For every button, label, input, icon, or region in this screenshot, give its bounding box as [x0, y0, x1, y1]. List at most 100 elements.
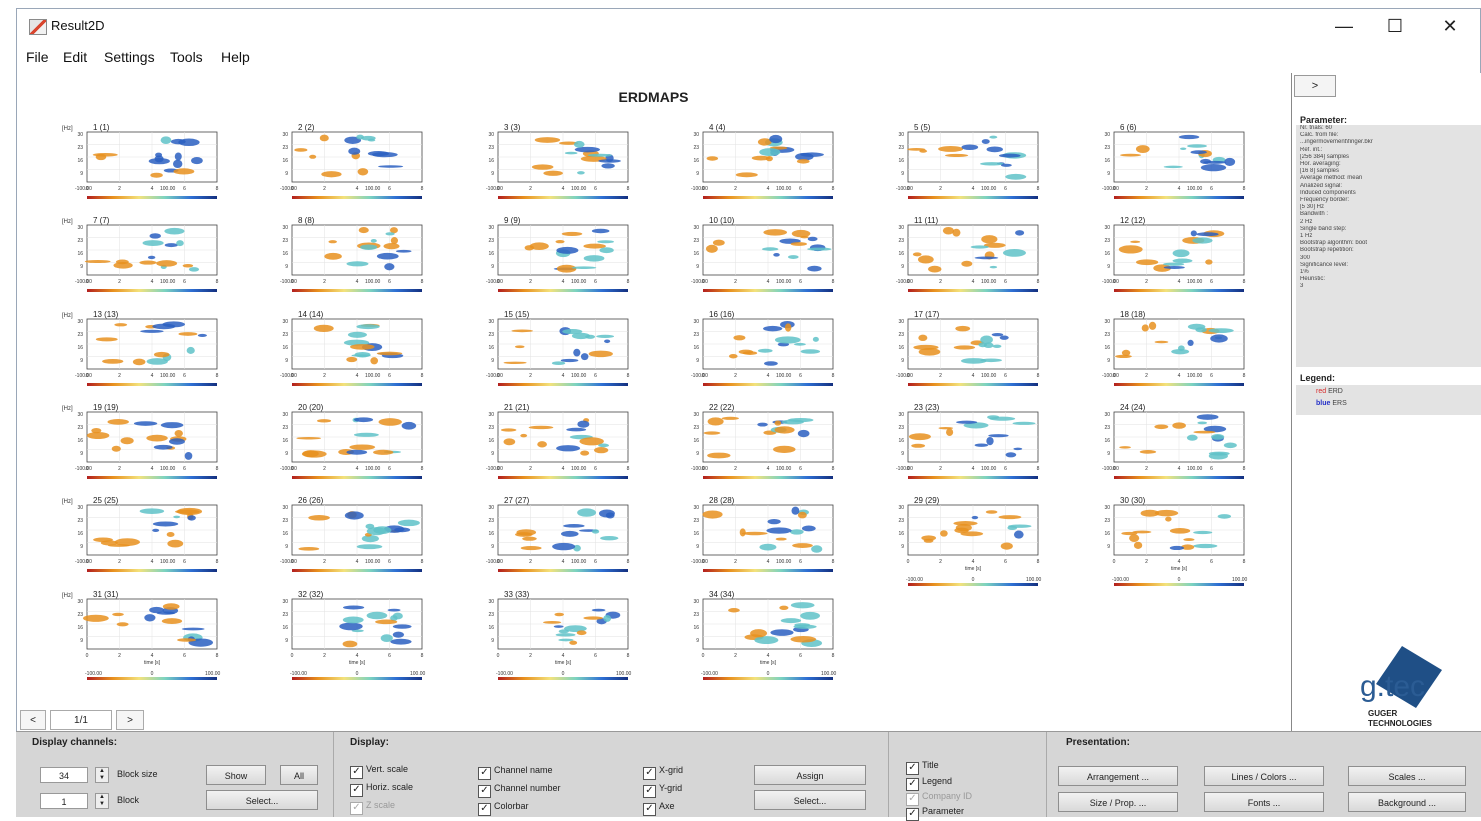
cbar-min-label: -100.00	[691, 559, 708, 565]
background-button[interactable]: Background ...	[1348, 792, 1466, 812]
vert-scale-checkbox[interactable]: ✓ Vert. scale	[350, 762, 408, 779]
legend-erd-label: ERD	[1328, 388, 1343, 395]
colorbar	[87, 569, 217, 572]
cbar-max-label: 100.00	[365, 279, 381, 285]
ers-blob	[348, 147, 361, 155]
x-tick-label: 8	[832, 279, 835, 285]
all-button[interactable]: All	[280, 765, 318, 785]
ers-blob	[769, 134, 783, 144]
erd-blob	[531, 164, 554, 170]
erd-blob	[583, 616, 603, 620]
x-tick-label: 4	[356, 186, 359, 192]
ers-blob	[1200, 164, 1227, 172]
ers-blob	[360, 244, 378, 250]
x-tick-label: 6	[799, 559, 802, 565]
result2d-window: Result2D — ☐ ✕ File Edit Settings Tools …	[16, 8, 1481, 816]
ers-blob	[387, 608, 401, 612]
page-next-button[interactable]: >	[116, 710, 144, 730]
lines-colors-button[interactable]: Lines / Colors ...	[1204, 766, 1324, 786]
parameter-line: Average method: mean	[1300, 175, 1363, 182]
ers-blob	[184, 451, 193, 460]
colorbar	[292, 677, 422, 680]
x-tick-label: 8	[1243, 279, 1246, 285]
menu-help[interactable]: Help	[221, 49, 250, 65]
block-size-field[interactable]: 34	[40, 767, 88, 783]
colorbar	[908, 289, 1038, 292]
ers-blob	[577, 171, 585, 175]
scales-button[interactable]: Scales ...	[1348, 766, 1466, 786]
title-checkbox[interactable]: ✓ Title	[906, 758, 939, 775]
cbar-max-label: 100.00	[160, 559, 176, 565]
x-tick-label: 6	[388, 373, 391, 379]
erd-blob	[703, 431, 721, 435]
arrangement-button[interactable]: Arrangement ...	[1058, 766, 1178, 786]
x-tick-label: 6	[594, 559, 597, 565]
y-grid-checkbox[interactable]: ✓ Y-grid	[643, 781, 682, 798]
ers-blob	[598, 159, 621, 163]
minimize-button[interactable]: —	[1329, 15, 1359, 37]
ers-blob	[591, 608, 606, 612]
axe-checkbox[interactable]: ✓ Axe	[643, 799, 675, 816]
block-field[interactable]: 1	[40, 793, 88, 809]
cbar-max-label: 100.00	[160, 186, 176, 192]
y-tick-label: 9	[80, 264, 83, 270]
x-tick-label: 6	[799, 186, 802, 192]
parameter-checkbox[interactable]: ✓ Parameter	[906, 804, 964, 821]
colorbar	[908, 196, 1038, 199]
erd-blob	[569, 640, 578, 645]
parameter-line: [16 8] samples	[1300, 168, 1340, 175]
gtec-logo: g.tec GUGER TECHNOLOGIES	[1360, 646, 1442, 728]
parameter-line: Single band step:	[1300, 225, 1347, 232]
block-size-spinner[interactable]: ▲ ▼	[95, 767, 109, 783]
menu-edit[interactable]: Edit	[63, 49, 87, 65]
x-grid-checkbox[interactable]: ✓ X-grid	[643, 763, 683, 780]
x-tick-label: 2	[118, 279, 121, 285]
maximize-button[interactable]: ☐	[1380, 15, 1410, 37]
z-scale-checkbox: ✓ Z scale	[350, 798, 395, 815]
y-tick-label: 30	[282, 412, 288, 418]
x-tick-label: 6	[594, 186, 597, 192]
y-tick-label: 9	[285, 451, 288, 457]
erd-blob	[1183, 538, 1195, 542]
cbar-mid-label: 0	[1178, 577, 1181, 583]
time-axis-label: time [s]	[760, 660, 777, 666]
size-prop-button[interactable]: Size / Prop. ...	[1058, 792, 1178, 812]
x-tick-label: 8	[832, 373, 835, 379]
colorbar	[292, 383, 422, 386]
close-button[interactable]: ✕	[1435, 15, 1465, 37]
erd-blob	[520, 545, 542, 551]
colorbar	[498, 289, 628, 292]
assign-button[interactable]: Assign	[754, 765, 866, 785]
x-tick-label: 8	[216, 186, 219, 192]
erd-blob	[1205, 259, 1213, 265]
menu-tools[interactable]: Tools	[170, 49, 203, 65]
y-tick-label: 9	[491, 544, 494, 550]
fonts-button[interactable]: Fonts ...	[1204, 792, 1324, 812]
erd-blob	[112, 612, 124, 617]
select-display-button[interactable]: Select...	[754, 790, 866, 810]
colorbar	[1114, 383, 1244, 386]
colorbar-checkbox[interactable]: ✓ Colorbar	[478, 799, 529, 816]
horiz-scale-checkbox[interactable]: ✓ Horiz. scale	[350, 780, 413, 797]
x-tick-label: 0	[497, 653, 500, 659]
page-prev-button[interactable]: <	[20, 710, 46, 730]
show-button[interactable]: Show	[206, 765, 266, 785]
ers-blob	[598, 443, 610, 448]
cbar-min-label: -100.00	[280, 466, 297, 472]
parameter-line: Nr. trials: 60	[1300, 125, 1333, 131]
ers-blob	[1008, 524, 1032, 528]
cbar-mid-label: 0	[562, 671, 565, 677]
erd-blob	[985, 510, 998, 514]
colorbar	[87, 196, 217, 199]
panel-toggle-button[interactable]: >	[1294, 75, 1336, 97]
y-tick-label: 30	[488, 599, 494, 605]
menu-settings[interactable]: Settings	[104, 49, 155, 65]
ers-blob	[762, 247, 779, 251]
select-channels-button[interactable]: Select...	[206, 790, 318, 810]
menu-file[interactable]: File	[26, 49, 49, 65]
block-spinner[interactable]: ▲ ▼	[95, 793, 109, 809]
erd-blob	[321, 171, 342, 178]
channel-number-checkbox[interactable]: ✓ Channel number	[478, 781, 561, 798]
cbar-min-label: -100.00	[896, 466, 913, 472]
channel-name-checkbox[interactable]: ✓ Channel name	[478, 763, 553, 780]
